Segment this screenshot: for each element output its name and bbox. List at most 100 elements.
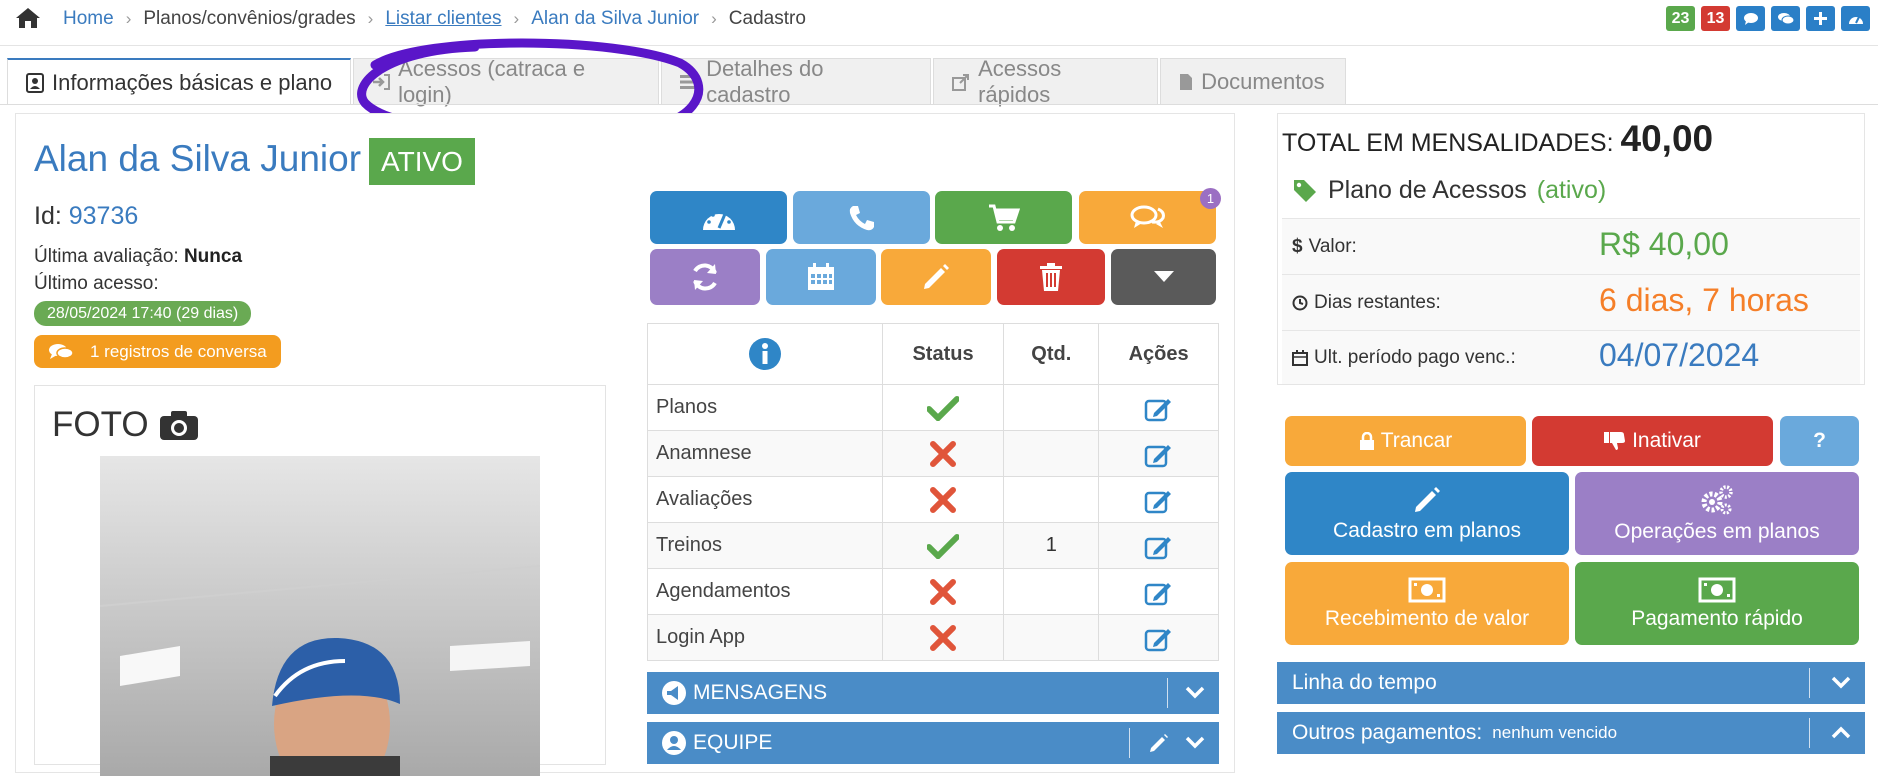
pencil-icon: [1412, 485, 1442, 515]
external-link-icon: [952, 73, 970, 91]
tab-informacoes-basicas[interactable]: Informações básicas e plano: [7, 58, 352, 105]
plus-icon[interactable]: [1806, 6, 1835, 31]
qtd-cell: [1003, 568, 1100, 615]
table-header-row: Status Qtd. Ações: [647, 323, 1219, 385]
tab-acessos-rapidos[interactable]: Acessos rápidos: [933, 56, 1159, 107]
chevron-up-icon[interactable]: [1831, 726, 1851, 739]
comment-icon[interactable]: [1736, 6, 1765, 31]
id-value[interactable]: 93736: [69, 202, 139, 230]
refresh-icon: [689, 262, 721, 292]
last-eval-value: Nunca: [183, 246, 243, 267]
dashboard-icon[interactable]: [1841, 6, 1870, 31]
dashboard-button[interactable]: [650, 191, 787, 244]
button-label: Inativar: [1632, 429, 1701, 452]
messages-button[interactable]: [1079, 191, 1216, 244]
green-count-badge[interactable]: 23: [1666, 6, 1695, 31]
gears-icon: [1699, 484, 1735, 516]
tab-documentos[interactable]: Documentos: [1160, 58, 1347, 105]
pencil-icon[interactable]: [1149, 733, 1169, 753]
tag-icon: [1292, 178, 1318, 204]
dias-value: 6 dias, 7 horas: [1599, 282, 1809, 318]
client-name: Alan da Silva Junior: [34, 138, 362, 179]
valor-label: $ Valor:: [1292, 236, 1357, 257]
acoes-header: Ações: [1098, 323, 1219, 385]
status-header: Status: [881, 323, 1005, 385]
trancar-button[interactable]: Trancar: [1285, 416, 1526, 466]
ultimo-periodo-value: 04/07/2024: [1599, 337, 1760, 373]
chevron-down-icon[interactable]: [1185, 686, 1205, 699]
more-dropdown-button[interactable]: [1111, 249, 1216, 305]
calendar-button[interactable]: [766, 249, 876, 305]
ultimo-periodo-label: Ult. período pago venc.:: [1292, 347, 1516, 369]
check-icon: [884, 395, 1003, 421]
table-row: Agendamentos: [647, 568, 1219, 615]
breadcrumb-current: Cadastro: [728, 8, 806, 29]
button-label: Cadastro em planos: [1333, 518, 1521, 542]
comments-icon: [48, 342, 74, 362]
calendar-icon: [806, 262, 836, 292]
edit-icon[interactable]: [1100, 532, 1217, 560]
section-mensagens[interactable]: MENSAGENS: [647, 672, 1219, 714]
last-access-pill: 28/05/2024 17:40 (29 dias): [34, 301, 252, 326]
red-count-badge[interactable]: 13: [1701, 6, 1730, 31]
row-label: Planos: [647, 384, 883, 431]
recebimento-valor-button[interactable]: Recebimento de valor: [1285, 562, 1569, 645]
conversations-button[interactable]: 1 registros de conversa: [34, 335, 281, 368]
cross-icon: [884, 624, 1003, 651]
inativar-button[interactable]: Inativar: [1532, 416, 1773, 466]
actions-cell: [1098, 430, 1219, 477]
status-cell: [881, 476, 1005, 523]
dias-row: Dias restantes: 6 dias, 7 horas: [1282, 274, 1860, 330]
tab-label: Documentos: [1201, 69, 1325, 94]
button-label: Trancar: [1380, 429, 1453, 452]
edit-icon[interactable]: [1100, 578, 1217, 606]
actions-cell: [1098, 476, 1219, 523]
section-equipe[interactable]: EQUIPE: [647, 722, 1219, 764]
outros-pagamentos-section[interactable]: Outros pagamentos: nenhum vencido: [1277, 712, 1865, 754]
caret-down-icon: [1153, 271, 1174, 283]
home-icon[interactable]: [15, 7, 41, 29]
chevron-down-icon[interactable]: [1831, 676, 1851, 689]
edit-icon[interactable]: [1100, 624, 1217, 652]
cart-icon: [988, 204, 1020, 232]
outros-status: nenhum vencido: [1492, 723, 1618, 742]
button-label: Pagamento rápido: [1631, 606, 1803, 630]
edit-button[interactable]: [881, 249, 991, 305]
id-label: Id:: [34, 202, 62, 230]
section-title: MENSAGENS: [693, 681, 828, 704]
conversations-label: 1 registros de conversa: [90, 341, 267, 361]
edit-icon[interactable]: [1100, 394, 1217, 422]
help-button[interactable]: ?: [1780, 416, 1859, 466]
camera-icon[interactable]: [159, 409, 199, 441]
actions-cell: [1098, 614, 1219, 661]
row-label: Anamnese: [647, 430, 883, 477]
breadcrumb-item: Planos/convênios/grades: [143, 8, 356, 29]
status-cell: [881, 430, 1005, 477]
money-icon: [1698, 577, 1736, 603]
total-mensalidades: TOTAL EM MENSALIDADES: 40,00: [1282, 118, 1713, 160]
valor-value: R$ 40,00: [1599, 226, 1729, 262]
delete-button[interactable]: [997, 249, 1105, 305]
status-cell: [881, 614, 1005, 661]
cadastro-planos-button[interactable]: Cadastro em planos: [1285, 472, 1569, 555]
chevron-down-icon[interactable]: [1185, 736, 1205, 749]
section-title: EQUIPE: [693, 731, 773, 754]
dias-label: Dias restantes:: [1292, 292, 1441, 314]
operacoes-planos-button[interactable]: Operações em planos: [1575, 472, 1859, 555]
edit-icon[interactable]: [1100, 440, 1217, 468]
table-row: Avaliações: [647, 476, 1219, 523]
last-access-label: Último acesso:: [34, 273, 159, 294]
cart-button[interactable]: [935, 191, 1072, 244]
comments-icon[interactable]: [1771, 6, 1800, 31]
breadcrumb-home[interactable]: Home: [63, 8, 114, 30]
linha-do-tempo-section[interactable]: Linha do tempo: [1277, 662, 1865, 704]
pagamento-rapido-button[interactable]: Pagamento rápido: [1575, 562, 1859, 645]
section-title: Linha do tempo: [1292, 671, 1437, 694]
photo-title: FOTO: [52, 405, 199, 445]
qtd-cell: [1003, 476, 1100, 523]
refresh-button[interactable]: [650, 249, 760, 305]
status-cell: [881, 568, 1005, 615]
cross-icon: [884, 486, 1003, 513]
phone-button[interactable]: [793, 191, 930, 244]
edit-icon[interactable]: [1100, 486, 1217, 514]
